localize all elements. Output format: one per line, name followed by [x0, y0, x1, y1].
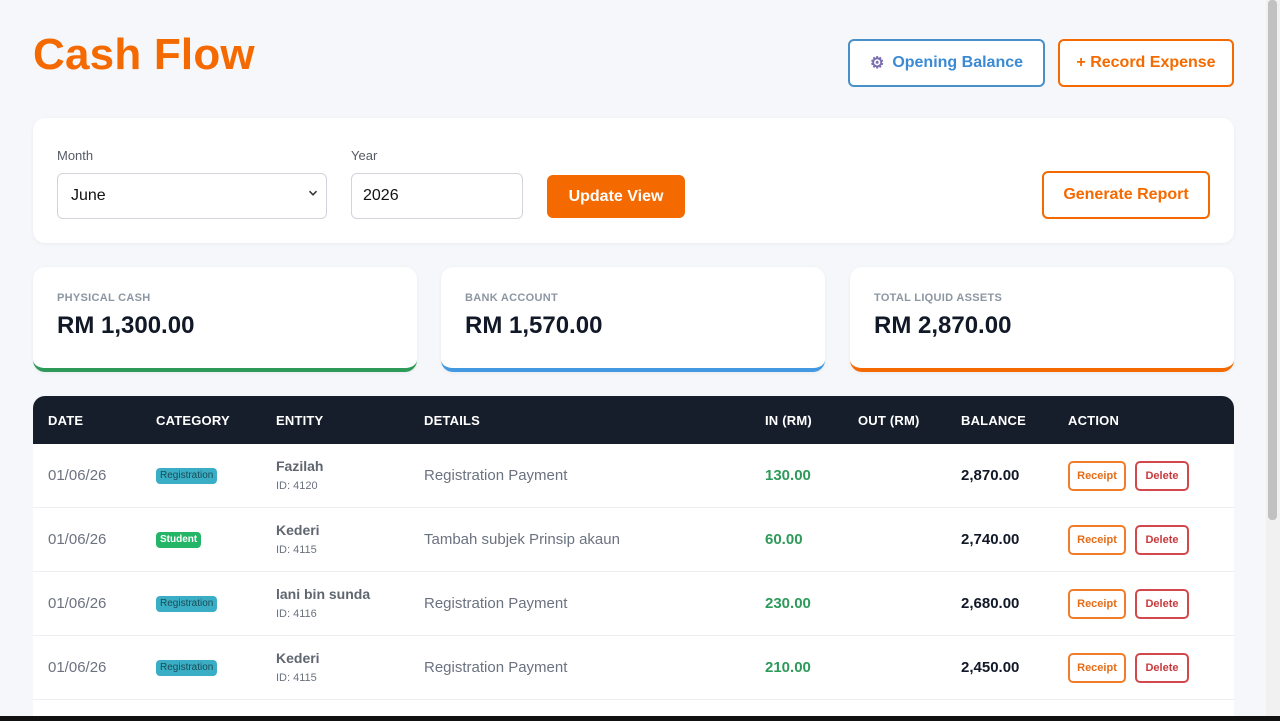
month-select[interactable]: June: [57, 173, 327, 219]
category-badge: Registration: [156, 468, 218, 484]
row-in-amount: 230.00: [765, 595, 811, 612]
page-title: Cash Flow: [33, 30, 255, 79]
row-date: 01/06/26: [48, 531, 107, 548]
generate-report-button[interactable]: Generate Report: [1042, 171, 1210, 219]
category-badge: Student: [156, 532, 202, 548]
receipt-button[interactable]: Receipt: [1068, 525, 1126, 555]
row-date: 01/06/26: [48, 467, 107, 484]
stat-card-bank-account: BANK ACCOUNT RM 1,570.00: [441, 267, 825, 372]
delete-button[interactable]: Delete: [1135, 653, 1189, 683]
cash-flow-page: Cash Flow ⚙ Opening Balance + Record Exp…: [33, 0, 1234, 721]
table-header: DATE CATEGORY ENTITY DETAILS IN (RM) OUT…: [33, 396, 1234, 444]
row-entity-id: ID: 4116: [276, 608, 317, 620]
row-entity-id: ID: 4115: [276, 544, 317, 556]
gear-icon: ⚙: [869, 55, 885, 72]
filter-card: Month June Year 2026 Update View Generat…: [33, 118, 1234, 243]
row-details: Registration Payment: [424, 595, 568, 612]
row-balance: 2,740.00: [961, 531, 1020, 548]
stat-label: BANK ACCOUNT: [465, 292, 559, 304]
month-value: June: [71, 187, 106, 204]
row-in-amount: 60.00: [765, 531, 803, 548]
stat-value: RM 1,300.00: [57, 312, 195, 339]
chevron-down-icon: [308, 188, 318, 201]
table-row: 01/06/26 Student Kederi ID: 4115 Tambah subj…: [33, 508, 1234, 572]
table-row: 01/06/26 Registration lani bin sunda ID: 41…: [33, 572, 1234, 636]
row-details: Registration Payment: [424, 467, 568, 484]
stat-label: PHYSICAL CASH: [57, 292, 151, 304]
opening-balance-button[interactable]: ⚙ Opening Balance: [848, 39, 1045, 87]
year-label: Year: [351, 148, 378, 163]
column-header-action: ACTION: [1068, 413, 1120, 428]
row-in-amount: 130.00: [765, 467, 811, 484]
row-details: Tambah subjek Prinsip akaun: [424, 531, 620, 548]
update-view-button[interactable]: Update View: [547, 175, 685, 218]
year-input[interactable]: 2026: [351, 173, 523, 219]
opening-balance-label: Opening Balance: [892, 54, 1024, 71]
row-balance: 2,680.00: [961, 595, 1020, 612]
stat-card-total-liquid-assets: TOTAL LIQUID ASSETS RM 2,870.00: [850, 267, 1234, 372]
row-date: 01/06/26: [48, 595, 107, 612]
record-expense-button[interactable]: + Record Expense: [1058, 39, 1234, 87]
column-header-in: IN (RM): [765, 413, 812, 428]
column-header-balance: BALANCE: [961, 413, 1026, 428]
stat-label: TOTAL LIQUID ASSETS: [874, 292, 1003, 304]
column-header-entity: ENTITY: [276, 413, 324, 428]
receipt-button[interactable]: Receipt: [1068, 461, 1126, 491]
row-balance: 2,870.00: [961, 467, 1020, 484]
category-badge: Registration: [156, 596, 218, 612]
transactions-table: DATE CATEGORY ENTITY DETAILS IN (RM) OUT…: [33, 396, 1234, 721]
table-row: 01/06/26 Registration Fazilah ID: 4120 Regis…: [33, 444, 1234, 508]
column-header-category: CATEGORY: [156, 413, 230, 428]
page-header: Cash Flow ⚙ Opening Balance + Record Exp…: [33, 0, 1234, 118]
column-header-details: DETAILS: [424, 413, 481, 428]
row-entity-id: ID: 4115: [276, 672, 317, 684]
row-date: 01/06/26: [48, 659, 107, 676]
month-label: Month: [57, 148, 94, 163]
receipt-button[interactable]: Receipt: [1068, 653, 1126, 683]
stat-value: RM 2,870.00: [874, 312, 1012, 339]
table-row: 01/06/26 Registration Kederi ID: 4115 Regist…: [33, 636, 1234, 700]
bottom-edge: [0, 716, 1280, 721]
row-entity: lani bin sunda: [276, 586, 371, 602]
row-balance: 2,450.00: [961, 659, 1020, 676]
row-entity-id: ID: 4120: [276, 480, 318, 492]
stat-value: RM 1,570.00: [465, 312, 603, 339]
stat-card-physical-cash: PHYSICAL CASH RM 1,300.00: [33, 267, 417, 372]
row-details: Registration Payment: [424, 659, 568, 676]
row-entity: Kederi: [276, 650, 320, 666]
scrollbar-thumb[interactable]: [1268, 0, 1277, 520]
delete-button[interactable]: Delete: [1135, 589, 1189, 619]
column-header-out: OUT (RM): [858, 413, 920, 428]
receipt-button[interactable]: Receipt: [1068, 589, 1126, 619]
delete-button[interactable]: Delete: [1135, 525, 1189, 555]
row-entity: Kederi: [276, 522, 320, 538]
category-badge: Registration: [156, 660, 218, 676]
row-entity: Fazilah: [276, 458, 324, 474]
row-in-amount: 210.00: [765, 659, 811, 676]
column-header-date: DATE: [48, 413, 84, 428]
delete-button[interactable]: Delete: [1135, 461, 1189, 491]
